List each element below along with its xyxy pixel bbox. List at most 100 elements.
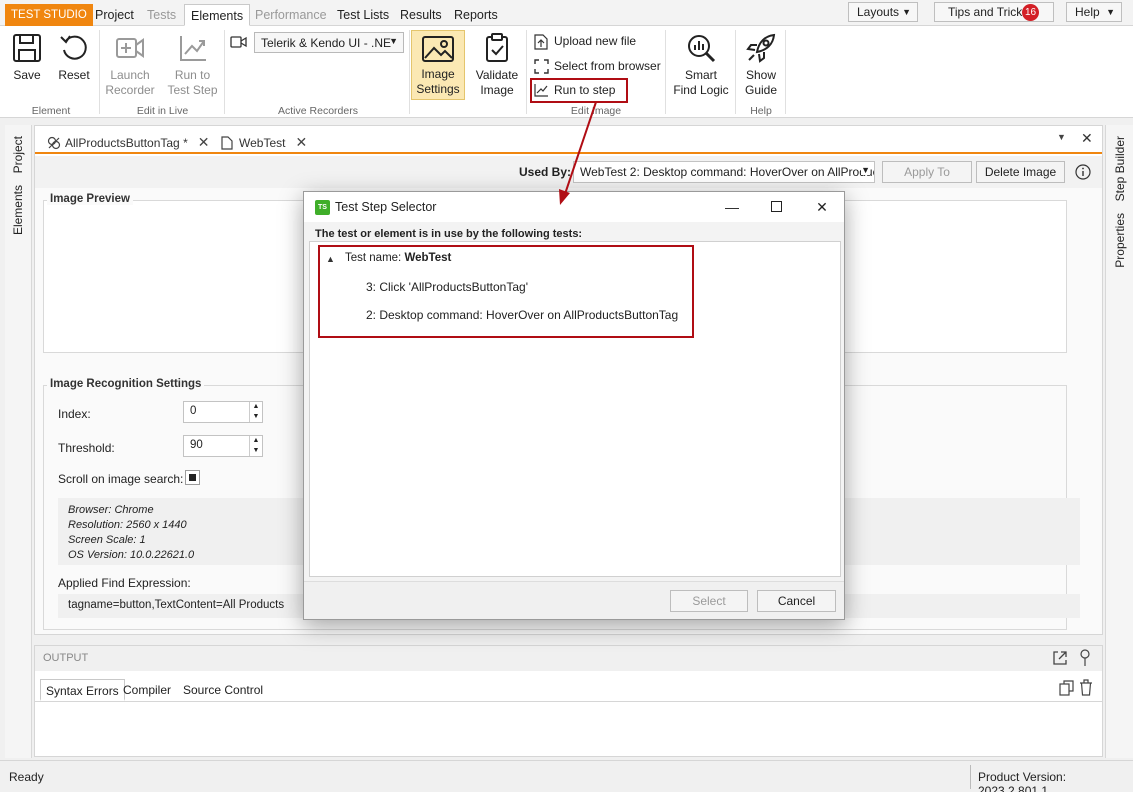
delete-image-button[interactable]: Delete Image: [976, 161, 1065, 183]
help-button[interactable]: Help ▼: [1066, 2, 1122, 22]
close-icon[interactable]: ✕: [1081, 130, 1093, 147]
chevron-down-icon: ▼: [389, 36, 398, 46]
save-icon: [13, 34, 41, 62]
document-icon: [221, 136, 233, 150]
smart-find-logic-label-1: Smart: [684, 68, 717, 82]
launch-recorder-button[interactable]: Launch Recorder: [104, 30, 156, 98]
run-to-test-step-label-2: Test Step: [167, 83, 218, 97]
close-icon[interactable]: ✕: [812, 197, 832, 217]
doc-tab-allproductsbuttontag[interactable]: AllProductsButtonTag * ✕: [47, 131, 209, 153]
doc-tab-webtest[interactable]: WebTest ✕: [221, 131, 307, 153]
group-label-element: Element: [31, 105, 71, 117]
dialog-title: Test Step Selector: [335, 200, 437, 214]
tips-label: Tips and Tricks: [948, 5, 1029, 19]
rail-tab-project[interactable]: Project: [11, 136, 25, 173]
tab-test-lists[interactable]: Test Lists: [331, 4, 395, 26]
run-to-test-step-button[interactable]: Run to Test Step: [165, 30, 220, 98]
pop-out-icon[interactable]: [1052, 650, 1068, 666]
apply-to-button[interactable]: Apply To: [882, 161, 972, 183]
group-divider: [785, 30, 786, 114]
recorder-icon: [230, 36, 247, 48]
validate-image-label-2: Image: [480, 83, 514, 97]
launch-recorder-label-1: Launch: [110, 68, 150, 82]
cancel-button[interactable]: Cancel: [757, 590, 836, 612]
smart-find-logic-label-2: Find Logic: [673, 83, 729, 97]
rail-tab-elements[interactable]: Elements: [11, 185, 25, 235]
status-ready: Ready: [9, 770, 44, 784]
file-upload-icon: [534, 34, 548, 50]
applied-expression-label: Applied Find Expression:: [58, 576, 191, 590]
image-settings-button[interactable]: Image Settings: [411, 30, 465, 100]
image-icon: [422, 36, 454, 62]
tab-syntax-errors[interactable]: Syntax Errors: [40, 679, 125, 701]
close-icon[interactable]: ✕: [295, 134, 307, 150]
video-add-icon: [116, 38, 144, 58]
copy-icon[interactable]: [1059, 680, 1075, 696]
close-icon[interactable]: ✕: [198, 134, 210, 150]
tab-project[interactable]: Project: [89, 4, 140, 26]
run-to-test-step-label-1: Run to: [174, 68, 211, 82]
stepper-arrows-icon[interactable]: ▲ ▼: [249, 436, 262, 456]
info-icon[interactable]: [1075, 164, 1091, 180]
trash-icon[interactable]: [1079, 679, 1093, 696]
output-pane: OUTPUT Syntax Errors Compiler Source Con…: [34, 645, 1103, 757]
smart-find-logic-button[interactable]: Smart Find Logic: [672, 30, 730, 98]
used-by-select[interactable]: WebTest 2: Desktop command: HoverOver on…: [573, 161, 875, 183]
layouts-button[interactable]: Layouts ▼: [848, 2, 918, 22]
ribbon: Save Reset Element Launch Recorder Run t…: [0, 26, 1133, 118]
group-label-edit-image: Edit Image: [570, 105, 622, 117]
tab-overflow-icon[interactable]: ▼: [1057, 132, 1066, 142]
minimize-icon[interactable]: —: [722, 197, 742, 217]
threshold-stepper[interactable]: 90 ▲ ▼: [183, 435, 263, 457]
show-guide-label-1: Show: [745, 68, 777, 82]
group-divider: [224, 30, 225, 114]
maximize-icon[interactable]: [766, 197, 786, 217]
tab-reports[interactable]: Reports: [448, 4, 504, 26]
dialog-titlebar: TS Test Step Selector — ✕: [304, 192, 844, 222]
active-recorder-dropdown[interactable]: Telerik & Kendo UI - .NE ▼: [254, 32, 404, 53]
output-title: OUTPUT: [43, 652, 89, 664]
reset-icon: [60, 35, 87, 60]
rail-tab-properties[interactable]: Properties: [1113, 213, 1127, 268]
save-button[interactable]: Save: [9, 30, 45, 83]
image-toolbar: Used By: WebTest 2: Desktop command: Hov…: [35, 156, 1102, 188]
select-button[interactable]: Select: [670, 590, 748, 612]
used-by-value: WebTest 2: Desktop command: HoverOver on…: [580, 165, 874, 179]
doc-tab-label: AllProductsButtonTag *: [65, 136, 188, 150]
reset-button[interactable]: Reset: [56, 30, 92, 83]
product-version: Product Version: 2023.2.801.1: [978, 770, 1067, 792]
select-from-browser-button[interactable]: Select from browser: [532, 56, 661, 76]
tab-results[interactable]: Results: [394, 4, 448, 26]
tab-tests[interactable]: Tests: [141, 4, 182, 26]
scroll-checkbox[interactable]: [185, 470, 200, 485]
clipboard-check-icon: [486, 33, 508, 62]
reset-label: Reset: [58, 68, 90, 82]
launch-recorder-label-2: Recorder: [105, 83, 155, 97]
menu-bar: TEST STUDIO Project Tests Elements Perfo…: [0, 0, 1133, 26]
help-label: Help: [1075, 5, 1100, 19]
pin-icon[interactable]: [1079, 649, 1091, 667]
layouts-label: Layouts: [857, 5, 900, 19]
rail-tab-step-builder[interactable]: Step Builder: [1113, 136, 1127, 201]
stepper-arrows-icon[interactable]: ▲ ▼: [249, 402, 262, 422]
group-divider: [735, 30, 736, 114]
show-guide-button[interactable]: Show Guide: [740, 30, 782, 98]
tab-source-control[interactable]: Source Control: [178, 679, 268, 701]
tab-compiler[interactable]: Compiler: [118, 679, 176, 701]
upload-new-file-button[interactable]: Upload new file: [532, 31, 636, 51]
tab-performance[interactable]: Performance: [249, 4, 333, 26]
group-divider: [526, 30, 527, 114]
brand-logo[interactable]: TEST STUDIO: [5, 4, 93, 26]
tips-and-tricks-button[interactable]: Tips and Tricks 16: [934, 2, 1054, 22]
tips-count-badge: 16: [1022, 4, 1039, 21]
image-settings-label-2: Settings: [416, 82, 460, 96]
group-label-edit-in-live: Edit in Live: [136, 105, 189, 117]
index-stepper[interactable]: 0 ▲ ▼: [183, 401, 263, 423]
threshold-label: Threshold:: [58, 441, 115, 455]
dialog-subtitle: The test or element is in use by the fol…: [315, 228, 583, 240]
chevron-down-icon: ▼: [902, 7, 911, 17]
validate-image-button[interactable]: Validate Image: [472, 30, 522, 98]
test-studio-icon: TS: [315, 200, 330, 215]
tab-elements[interactable]: Elements: [184, 4, 251, 26]
element-icon: [47, 136, 61, 150]
